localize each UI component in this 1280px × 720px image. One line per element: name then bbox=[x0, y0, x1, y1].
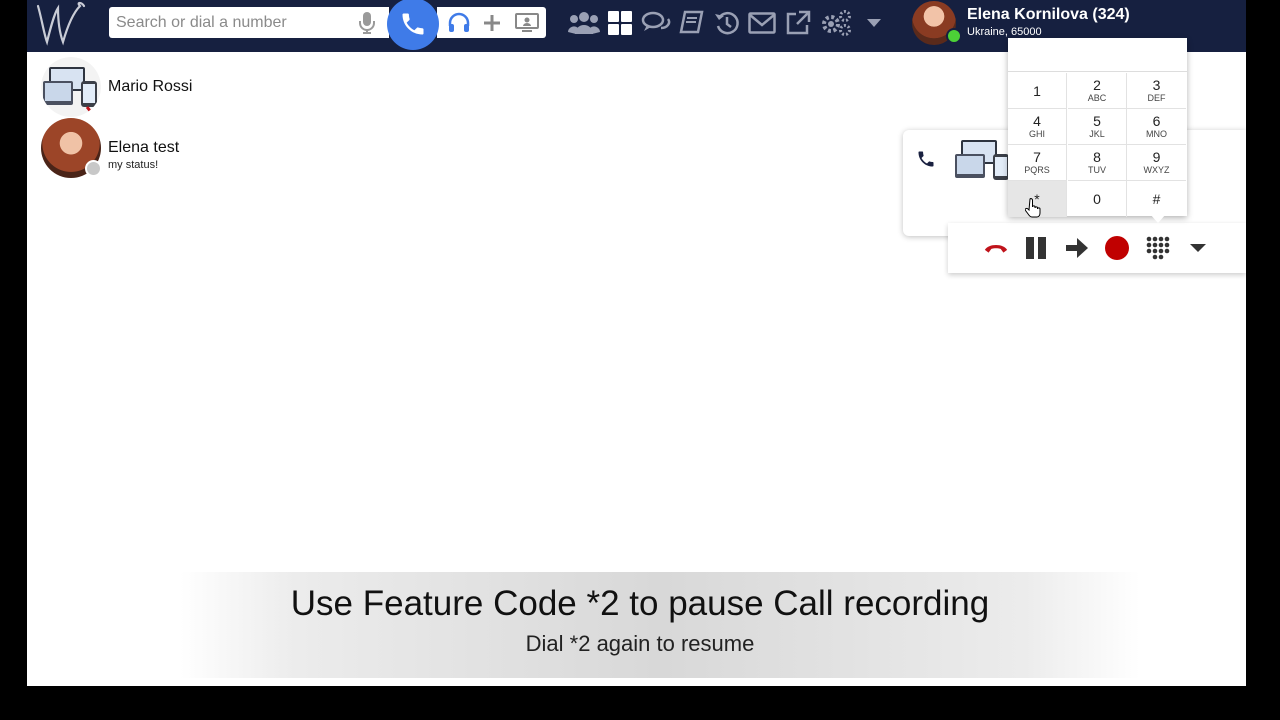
dialpad-key-7[interactable]: 7 PQRS bbox=[1008, 145, 1067, 181]
dialpad-pointer bbox=[1150, 214, 1166, 223]
dialpad-key-3[interactable]: 3 DEF bbox=[1127, 73, 1186, 109]
device-avatar bbox=[955, 140, 1009, 180]
pause-icon[interactable] bbox=[1023, 235, 1049, 261]
contact-status: my status! bbox=[108, 159, 159, 171]
contact-name: Elena test bbox=[108, 139, 180, 156]
record-icon[interactable] bbox=[1104, 235, 1130, 261]
dialpad-key-2[interactable]: 2 ABC bbox=[1068, 73, 1127, 109]
presence-indicator bbox=[85, 160, 102, 177]
user-name: Elena Kornilova (324) bbox=[967, 6, 1130, 23]
dialpad-icon[interactable] bbox=[1145, 235, 1171, 261]
hangup-icon[interactable] bbox=[983, 235, 1009, 261]
mail-icon[interactable] bbox=[746, 7, 778, 39]
caption-subtitle: Dial *2 again to resume bbox=[525, 631, 755, 656]
dialpad-key-9[interactable]: 9 WXYZ bbox=[1127, 145, 1186, 181]
presence-indicator bbox=[946, 28, 962, 44]
user-location: Ukraine, 65000 bbox=[967, 26, 1042, 38]
screen-share-icon[interactable] bbox=[514, 11, 540, 35]
search-input[interactable] bbox=[116, 11, 346, 34]
gear-icon[interactable] bbox=[820, 7, 852, 39]
caption-title: Use Feature Code *2 to pause Call record… bbox=[290, 584, 990, 623]
cursor-hand-icon bbox=[1025, 198, 1041, 218]
book-icon[interactable] bbox=[676, 7, 708, 39]
dialpad-key-5[interactable]: 5 JKL bbox=[1068, 109, 1127, 145]
device-avatar bbox=[41, 57, 101, 117]
dialpad-key-4[interactable]: 4 GHI bbox=[1008, 109, 1067, 145]
external-link-icon[interactable] bbox=[782, 7, 814, 39]
dialpad: 1 2 ABC 3 DEF 4 GHI 5 JKL 6 MNO 7 PQRS 8 TUV 9W… bbox=[1008, 38, 1187, 218]
dialpad-key-8[interactable]: 8 TUV bbox=[1068, 145, 1127, 181]
chevron-down-icon[interactable] bbox=[1185, 235, 1211, 261]
w-logo[interactable] bbox=[32, 0, 88, 48]
plus-icon[interactable] bbox=[479, 11, 505, 35]
contact-item[interactable]: Elena test my status! bbox=[41, 118, 441, 180]
chat-icon[interactable] bbox=[640, 7, 672, 39]
transfer-icon[interactable] bbox=[1064, 235, 1090, 261]
dialpad-key-6[interactable]: 6 MNO bbox=[1127, 109, 1186, 145]
call-button[interactable] bbox=[387, 0, 439, 50]
phone-icon bbox=[918, 151, 934, 167]
users-icon[interactable] bbox=[568, 7, 600, 39]
headset-icon[interactable] bbox=[446, 11, 472, 35]
dialpad-key-0[interactable]: 0 bbox=[1068, 181, 1127, 217]
dialpad-key-1[interactable]: 1 bbox=[1008, 73, 1067, 109]
phone-icon bbox=[402, 13, 424, 35]
search-actions bbox=[437, 7, 546, 38]
chevron-down-icon[interactable] bbox=[858, 7, 890, 39]
contact-name: Mario Rossi bbox=[108, 78, 193, 95]
microphone-icon[interactable] bbox=[358, 11, 376, 35]
dialpad-display bbox=[1008, 38, 1187, 72]
search-bar bbox=[109, 7, 389, 38]
call-controls bbox=[948, 223, 1246, 273]
dialpad-key-hash[interactable]: # bbox=[1127, 181, 1186, 217]
grid-icon[interactable] bbox=[604, 7, 636, 39]
contact-item[interactable]: Mario Rossi bbox=[41, 57, 441, 119]
history-icon[interactable] bbox=[711, 7, 743, 39]
